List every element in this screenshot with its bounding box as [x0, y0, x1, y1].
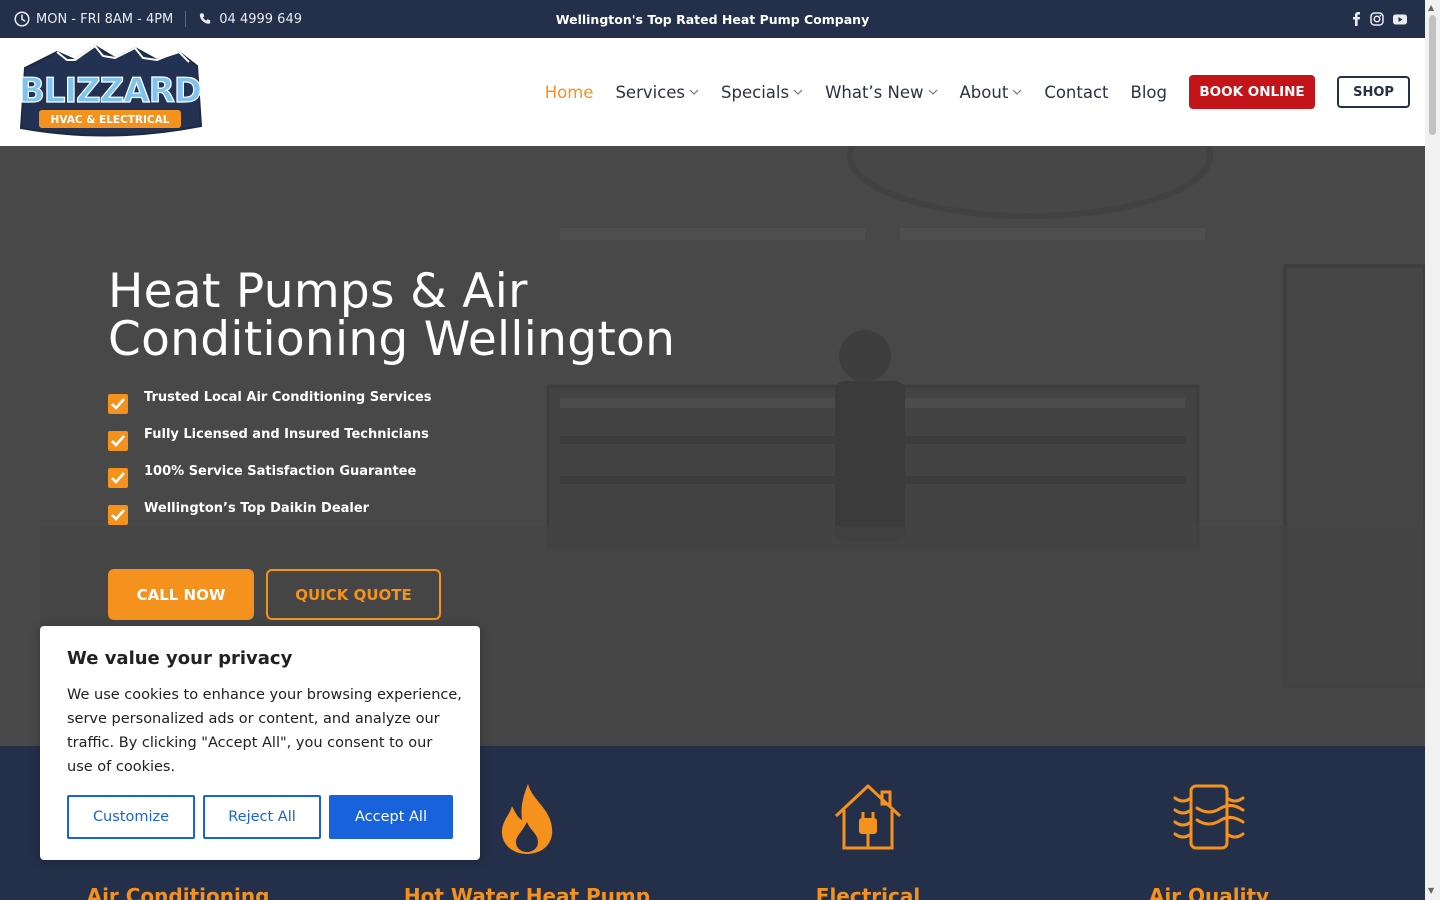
page-scrollbar[interactable]: ▲ ▼ [1425, 0, 1440, 900]
nav-label: Home [544, 82, 594, 102]
air-flow-icon [1173, 782, 1245, 856]
hero-title-line2: Conditioning Wellington [108, 312, 676, 367]
cookie-consent-dialog: We value your privacy We use cookies to … [40, 626, 480, 860]
hero-checklist: Trusted Local Air Conditioning Services … [108, 390, 432, 538]
service-title: Air Quality [1148, 884, 1270, 900]
checklist-item: Fully Licensed and Insured Technicians [108, 427, 432, 464]
top-bar: MON - FRI 8AM - 4PM 04 4999 649 Wellingt… [0, 0, 1425, 38]
service-title: Hot Water Heat Pump [403, 884, 651, 900]
service-electrical[interactable]: Electrical [690, 746, 1046, 900]
chevron-down-icon [1012, 87, 1022, 98]
service-title: Electrical [815, 884, 921, 900]
house-plug-icon [832, 782, 904, 856]
scroll-down-arrow-icon[interactable]: ▼ [1428, 886, 1434, 895]
nav-specials[interactable]: Specials [721, 83, 803, 102]
checklist-text: Trusted Local Air Conditioning Services [144, 390, 432, 405]
nav-label: Specials [721, 82, 790, 102]
quick-quote-button[interactable]: QUICK QUOTE [266, 569, 441, 620]
checklist-text: Fully Licensed and Insured Technicians [144, 427, 429, 442]
customize-button[interactable]: Customize [67, 795, 195, 839]
nav-home[interactable]: Home [545, 83, 594, 102]
blizzard-logo[interactable]: BLIZZARD HVAC & ELECTRICAL [17, 44, 203, 139]
logo-wordmark: BLIZZARD [19, 71, 201, 111]
service-title: Air Conditioning [86, 884, 270, 900]
nav-label: Contact [1044, 82, 1109, 102]
nav-label: Blog [1130, 82, 1167, 102]
cookie-title: We value your privacy [67, 648, 293, 669]
nav-about[interactable]: About [960, 83, 1023, 102]
checklist-item: Wellington’s Top Daikin Dealer [108, 501, 432, 538]
call-now-button[interactable]: CALL NOW [108, 569, 254, 620]
nav-label: About [959, 82, 1009, 102]
checklist-text: 100% Service Satisfaction Guarantee [144, 464, 417, 479]
chevron-down-icon [689, 87, 699, 98]
book-online-button[interactable]: BOOK ONLINE [1189, 75, 1315, 109]
hero-title: Heat Pumps & Air Conditioning Wellington [108, 268, 808, 364]
instagram-icon[interactable] [1370, 12, 1384, 26]
top-tagline: Wellington's Top Rated Heat Pump Company [555, 11, 870, 27]
hero-title-line1: Heat Pumps & Air [108, 264, 528, 319]
scroll-up-arrow-icon[interactable]: ▲ [1428, 3, 1434, 12]
chevron-down-icon [793, 87, 803, 98]
youtube-icon[interactable] [1393, 14, 1407, 25]
nav-label: What’s New [825, 82, 924, 102]
nav-whats-new[interactable]: What’s New [825, 83, 937, 102]
accept-all-button[interactable]: Accept All [329, 795, 453, 839]
nav-blog[interactable]: Blog [1131, 83, 1167, 102]
chevron-down-icon [928, 87, 938, 98]
nav-contact[interactable]: Contact [1044, 83, 1108, 102]
site-header: BLIZZARD HVAC & ELECTRICAL Home Services… [0, 38, 1425, 146]
reject-all-button[interactable]: Reject All [203, 795, 321, 839]
cookie-buttons: Customize Reject All Accept All [67, 795, 453, 839]
logo-subtext: HVAC & ELECTRICAL [51, 114, 170, 126]
checkbox-icon [108, 431, 128, 451]
service-air-quality[interactable]: Air Quality [1031, 746, 1387, 900]
flame-icon [498, 782, 556, 860]
scrollbar-thumb[interactable] [1429, 15, 1436, 135]
checklist-item: 100% Service Satisfaction Guarantee [108, 464, 432, 501]
nav-label: Services [615, 82, 686, 102]
cookie-body: We use cookies to enhance your browsing … [67, 687, 462, 775]
nav-services[interactable]: Services [615, 83, 699, 102]
shop-button[interactable]: SHOP [1337, 76, 1410, 108]
checkbox-icon [108, 505, 128, 525]
facebook-icon[interactable] [1352, 12, 1361, 26]
checkbox-icon [108, 468, 128, 488]
main-nav: Home Services Specials What’s New About … [523, 38, 1410, 146]
checkbox-icon [108, 394, 128, 414]
checklist-text: Wellington’s Top Daikin Dealer [144, 501, 370, 516]
checklist-item: Trusted Local Air Conditioning Services [108, 390, 432, 427]
